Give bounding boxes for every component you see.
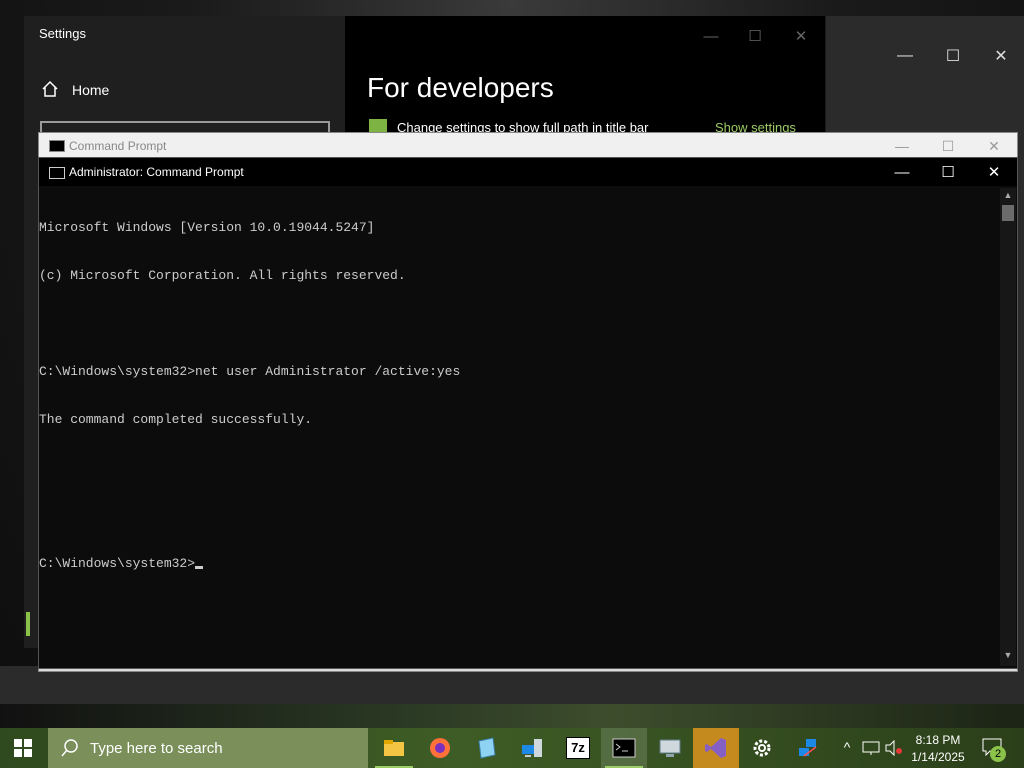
network-computer-icon bbox=[522, 739, 542, 757]
search-icon bbox=[61, 739, 78, 757]
cmd-title-bar[interactable]: Administrator: Command Prompt — ☐ ✕ bbox=[39, 158, 1017, 186]
show-hidden-icons-chevron-icon[interactable]: ^ bbox=[837, 739, 857, 755]
desktop-wallpaper bbox=[0, 700, 1024, 730]
cmd-maximize-button[interactable]: ☐ bbox=[925, 160, 971, 184]
inactive-close-button[interactable]: ✕ bbox=[971, 135, 1017, 157]
console-scrollbar[interactable]: ▲ ▼ bbox=[1000, 188, 1016, 666]
cmd-icon bbox=[49, 167, 65, 179]
notification-count-badge: 2 bbox=[990, 746, 1006, 762]
scrollbar-thumb[interactable] bbox=[1002, 205, 1014, 221]
selected-indicator bbox=[26, 612, 30, 636]
maximize-button[interactable]: ☐ bbox=[930, 40, 976, 72]
taskbar-network-share[interactable] bbox=[785, 728, 831, 768]
minimize-button[interactable]: — bbox=[882, 40, 928, 72]
cmd-window-title: Administrator: Command Prompt bbox=[69, 165, 244, 179]
settings-home-link[interactable]: Home bbox=[72, 82, 109, 98]
start-button[interactable] bbox=[0, 728, 46, 768]
taskbar-file-explorer[interactable] bbox=[371, 728, 417, 768]
console-line: Microsoft Windows [Version 10.0.19044.52… bbox=[39, 220, 375, 235]
firefox-icon bbox=[430, 738, 450, 758]
taskbar-remote-desktop[interactable] bbox=[647, 728, 693, 768]
inactive-minimize-button[interactable]: — bbox=[879, 135, 925, 157]
dev-close-button[interactable]: ✕ bbox=[778, 24, 824, 48]
text-cursor bbox=[195, 566, 204, 569]
settings-title: Settings bbox=[39, 26, 86, 41]
console-line: (c) Microsoft Corporation. All rights re… bbox=[39, 268, 406, 283]
inactive-window-title: Command Prompt bbox=[69, 139, 167, 153]
dev-maximize-button[interactable]: ☐ bbox=[732, 24, 778, 48]
file-explorer-icon bbox=[384, 740, 404, 756]
remote-desktop-icon bbox=[659, 739, 681, 757]
search-placeholder: Type here to search bbox=[90, 739, 223, 757]
command-prompt-icon bbox=[612, 738, 636, 758]
network-status-icon[interactable] bbox=[862, 740, 880, 756]
console-line: C:\Windows\system32>net user Administrat… bbox=[39, 364, 461, 379]
taskbar: Type here to search 7z ^ 8:18 PM 1/14/20… bbox=[0, 728, 1024, 768]
admin-command-prompt-window[interactable]: Administrator: Command Prompt — ☐ ✕ Micr… bbox=[38, 157, 1018, 669]
cmd-close-button[interactable]: ✕ bbox=[971, 160, 1017, 184]
network-share-icon bbox=[799, 739, 817, 757]
developers-pane: — ☐ ✕ For developers Change settings to … bbox=[345, 16, 825, 135]
console-prompt-line[interactable]: C:\Windows\system32> bbox=[39, 556, 999, 572]
console-prompt: C:\Windows\system32> bbox=[39, 556, 196, 571]
volume-muted-icon[interactable] bbox=[884, 740, 904, 756]
inactive-title-bar[interactable]: Command Prompt — ☐ ✕ bbox=[39, 133, 1017, 159]
settings-gear-icon bbox=[753, 739, 771, 757]
clock-time[interactable]: 8:18 PM bbox=[904, 733, 972, 747]
taskbar-settings[interactable] bbox=[739, 728, 785, 768]
cmd-icon bbox=[49, 140, 65, 152]
visual-studio-icon bbox=[705, 738, 726, 758]
page-title: For developers bbox=[367, 72, 554, 103]
clock-date[interactable]: 1/14/2025 bbox=[904, 750, 972, 764]
taskbar-notepad[interactable] bbox=[463, 728, 509, 768]
taskbar-command-prompt[interactable] bbox=[601, 728, 647, 768]
cmd-minimize-button[interactable]: — bbox=[879, 160, 925, 184]
console-line: The command completed successfully. bbox=[39, 412, 313, 427]
taskbar-network-computer[interactable] bbox=[509, 728, 555, 768]
inactive-maximize-button[interactable]: ☐ bbox=[925, 135, 971, 157]
scroll-up-arrow-icon[interactable]: ▲ bbox=[1000, 190, 1016, 204]
taskbar-visual-studio[interactable] bbox=[693, 728, 739, 768]
taskbar-search-box[interactable]: Type here to search bbox=[48, 728, 368, 768]
taskbar-7zip[interactable]: 7z bbox=[555, 728, 601, 768]
home-icon bbox=[42, 80, 58, 97]
console-output[interactable]: Microsoft Windows [Version 10.0.19044.52… bbox=[39, 188, 999, 666]
close-button[interactable]: ✕ bbox=[978, 40, 1024, 72]
notepad-icon bbox=[478, 737, 496, 759]
dev-minimize-button[interactable]: — bbox=[688, 24, 734, 48]
7zip-icon: 7z bbox=[566, 737, 590, 759]
scroll-down-arrow-icon[interactable]: ▼ bbox=[1000, 650, 1016, 664]
taskbar-firefox[interactable] bbox=[417, 728, 463, 768]
windows-logo-icon bbox=[14, 739, 32, 757]
